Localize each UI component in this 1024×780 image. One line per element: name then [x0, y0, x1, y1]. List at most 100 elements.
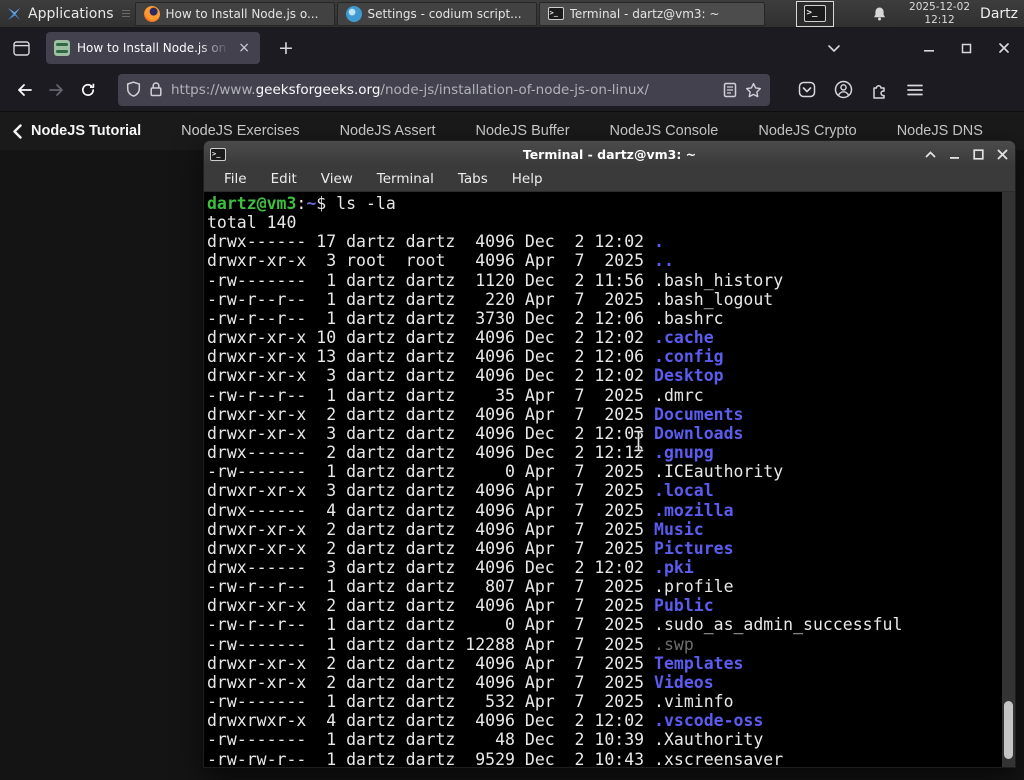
terminal-screen[interactable]: dartz@vm3:~$ ls -la total 140 drwx------… — [204, 192, 1015, 767]
browser-tab[interactable]: How to Install Node.js on... × — [46, 32, 260, 64]
terminal-output-line: drwxr-xr-x 10 dartz dartz 4096 Dec 2 12:… — [207, 328, 714, 348]
firefox-icon — [143, 5, 160, 22]
file-name: .profile — [654, 577, 734, 597]
minimize-window-icon[interactable] — [947, 147, 961, 161]
directory-name: Music — [654, 519, 704, 539]
geeksforgeeks-favicon — [54, 40, 70, 56]
reader-mode-icon[interactable] — [723, 82, 737, 98]
taskbar-item-codium[interactable]: Settings - codium script... — [336, 1, 537, 26]
pocket-icon[interactable] — [798, 81, 816, 98]
forward-icon[interactable] — [40, 75, 72, 105]
directory-name: Videos — [654, 672, 714, 692]
tab-close-icon[interactable]: × — [236, 40, 252, 56]
terminal-scrollbar[interactable] — [1002, 192, 1015, 767]
panel-handle[interactable] — [121, 5, 130, 23]
menu-terminal[interactable]: Terminal — [365, 171, 446, 187]
sitenav-item-console[interactable]: NodeJS Console — [610, 123, 719, 139]
terminal-output-line: drwx------ 3 dartz dartz 4096 Dec 2 12:0… — [207, 557, 694, 577]
directory-name: .. — [654, 251, 674, 271]
navigation-toolbar: https://www.geeksforgeeks.org/node-js/in… — [0, 68, 1024, 112]
terminal-output-line: -rw-r--r-- 1 dartz dartz 807 Apr 7 2025 … — [207, 577, 734, 597]
window-minimize-icon[interactable] — [923, 42, 935, 54]
directory-name: Documents — [654, 404, 744, 424]
sitenav-item-tutorial[interactable]: NodeJS Tutorial — [31, 123, 141, 139]
directory-name: . — [654, 232, 664, 252]
tracking-shield-icon[interactable] — [126, 81, 141, 98]
terminal-output-line: -rw------- 1 dartz dartz 12288 Apr 7 202… — [207, 634, 694, 654]
clock-time: 12:12 — [924, 13, 955, 26]
menu-edit[interactable]: Edit — [259, 171, 309, 187]
window-maximize-icon[interactable] — [961, 43, 972, 54]
terminal-icon: >_ — [547, 7, 564, 20]
terminal-titlebar[interactable]: >_ Terminal - dartz@vm3: ~ — [204, 141, 1015, 167]
applications-icon — [6, 6, 22, 22]
reload-icon[interactable] — [72, 75, 104, 105]
terminal-output-line: drwx------ 2 dartz dartz 4096 Dec 2 12:1… — [207, 443, 714, 463]
list-all-tabs-icon[interactable] — [827, 44, 841, 53]
account-icon[interactable] — [834, 80, 853, 99]
terminal-output-line: drwxr-xr-x 13 dartz dartz 4096 Dec 2 12:… — [207, 347, 724, 367]
menu-icon[interactable] — [907, 83, 923, 97]
url-bar[interactable]: https://www.geeksforgeeks.org/node-js/in… — [118, 73, 770, 106]
firefox-view-icon[interactable] — [6, 34, 36, 62]
clock-date: 2025-12-02 — [909, 1, 971, 14]
taskbar-item-label: Settings - codium script... — [367, 6, 522, 21]
terminal-output-line: drwxr-xr-x 2 dartz dartz 4096 Apr 7 2025… — [207, 404, 744, 424]
terminal-output-line: drwxr-xr-x 2 dartz dartz 4096 Apr 7 2025… — [207, 672, 714, 692]
panel-clock[interactable]: 2025-12-02 12:12 — [909, 1, 970, 25]
terminal-window: >_ Terminal - dartz@vm3: ~ File Edit Vie… — [203, 140, 1016, 768]
directory-name: Public — [654, 596, 714, 616]
applications-menu-button[interactable]: Applications — [0, 0, 122, 28]
close-window-icon[interactable] — [995, 147, 1009, 161]
directory-name: .mozilla — [654, 500, 734, 520]
lock-icon[interactable] — [149, 81, 163, 98]
maximize-window-icon[interactable] — [971, 147, 985, 161]
directory-name: .local — [654, 481, 714, 501]
sitenav-item-buffer[interactable]: NodeJS Buffer — [476, 123, 570, 139]
terminal-output-line: -rw-r--r-- 1 dartz dartz 0 Apr 7 2025 .s… — [207, 615, 903, 635]
terminal-prompt-line: dartz@vm3:~$ ls -la — [207, 194, 396, 213]
file-name: .swp — [654, 634, 694, 654]
menu-help[interactable]: Help — [500, 171, 555, 187]
terminal-command: ls -la — [336, 194, 396, 213]
top-panel: Applications How to Install Node.js o...… — [0, 0, 1024, 28]
new-tab-button[interactable]: + — [272, 37, 300, 59]
terminal-output-line: -rw------- 1 dartz dartz 48 Dec 2 10:39 … — [207, 730, 764, 750]
menu-view[interactable]: View — [309, 171, 365, 187]
directory-name: .vscode-oss — [654, 711, 764, 731]
tab-bar: How to Install Node.js on... × + — [0, 28, 1024, 68]
directory-name: .config — [654, 347, 724, 367]
bookmark-star-icon[interactable] — [745, 82, 762, 98]
scrollbar-thumb[interactable] — [1004, 701, 1013, 759]
terminal-output-line: -rw-r--r-- 1 dartz dartz 3730 Dec 2 12:0… — [207, 308, 724, 328]
menu-file[interactable]: File — [212, 171, 259, 187]
sitenav-item-exercises[interactable]: NodeJS Exercises — [181, 123, 299, 139]
sitenav-item-assert[interactable]: NodeJS Assert — [340, 123, 436, 139]
terminal-output-line: drwxr-xr-x 2 dartz dartz 4096 Apr 7 2025… — [207, 596, 714, 616]
window-close-icon[interactable] — [998, 42, 1010, 54]
terminal-output-line: drwxrwxr-x 4 dartz dartz 4096 Dec 2 12:0… — [207, 711, 764, 731]
sitenav-item-crypto[interactable]: NodeJS Crypto — [758, 123, 856, 139]
file-name: .bash_history — [654, 270, 784, 290]
notification-bell-icon[interactable] — [872, 6, 887, 22]
nav-scroll-left-icon[interactable] — [12, 123, 23, 139]
codium-icon — [345, 5, 362, 22]
taskbar-item-terminal[interactable]: >_ Terminal - dartz@vm3: ~ — [538, 1, 765, 26]
directory-name: .pki — [654, 557, 694, 577]
terminal-launcher[interactable]: >_ — [795, 0, 834, 27]
file-name: .sudo_as_admin_successful — [654, 615, 903, 635]
shade-window-icon[interactable] — [923, 147, 937, 161]
terminal-output-line: drwxr-xr-x 3 dartz dartz 4096 Dec 2 12:0… — [207, 423, 744, 443]
terminal-output-line: -rw-r--r-- 1 dartz dartz 35 Apr 7 2025 .… — [207, 385, 704, 405]
terminal-output-line: -rw-r--r-- 1 dartz dartz 220 Apr 7 2025 … — [207, 289, 774, 309]
terminal-output-line: -rw------- 1 dartz dartz 1120 Dec 2 11:5… — [207, 270, 784, 290]
sitenav-item-dns[interactable]: NodeJS DNS — [897, 123, 983, 139]
menu-tabs[interactable]: Tabs — [446, 171, 500, 187]
file-name: .bash_logout — [654, 289, 774, 309]
extensions-icon[interactable] — [871, 81, 889, 99]
taskbar-item-firefox[interactable]: How to Install Node.js o... — [134, 1, 335, 26]
terminal-title: Terminal - dartz@vm3: ~ — [522, 146, 697, 162]
terminal-menubar: File Edit View Terminal Tabs Help — [204, 167, 1015, 192]
back-icon[interactable] — [8, 75, 40, 105]
panel-user-label[interactable]: Dartz — [980, 6, 1018, 22]
